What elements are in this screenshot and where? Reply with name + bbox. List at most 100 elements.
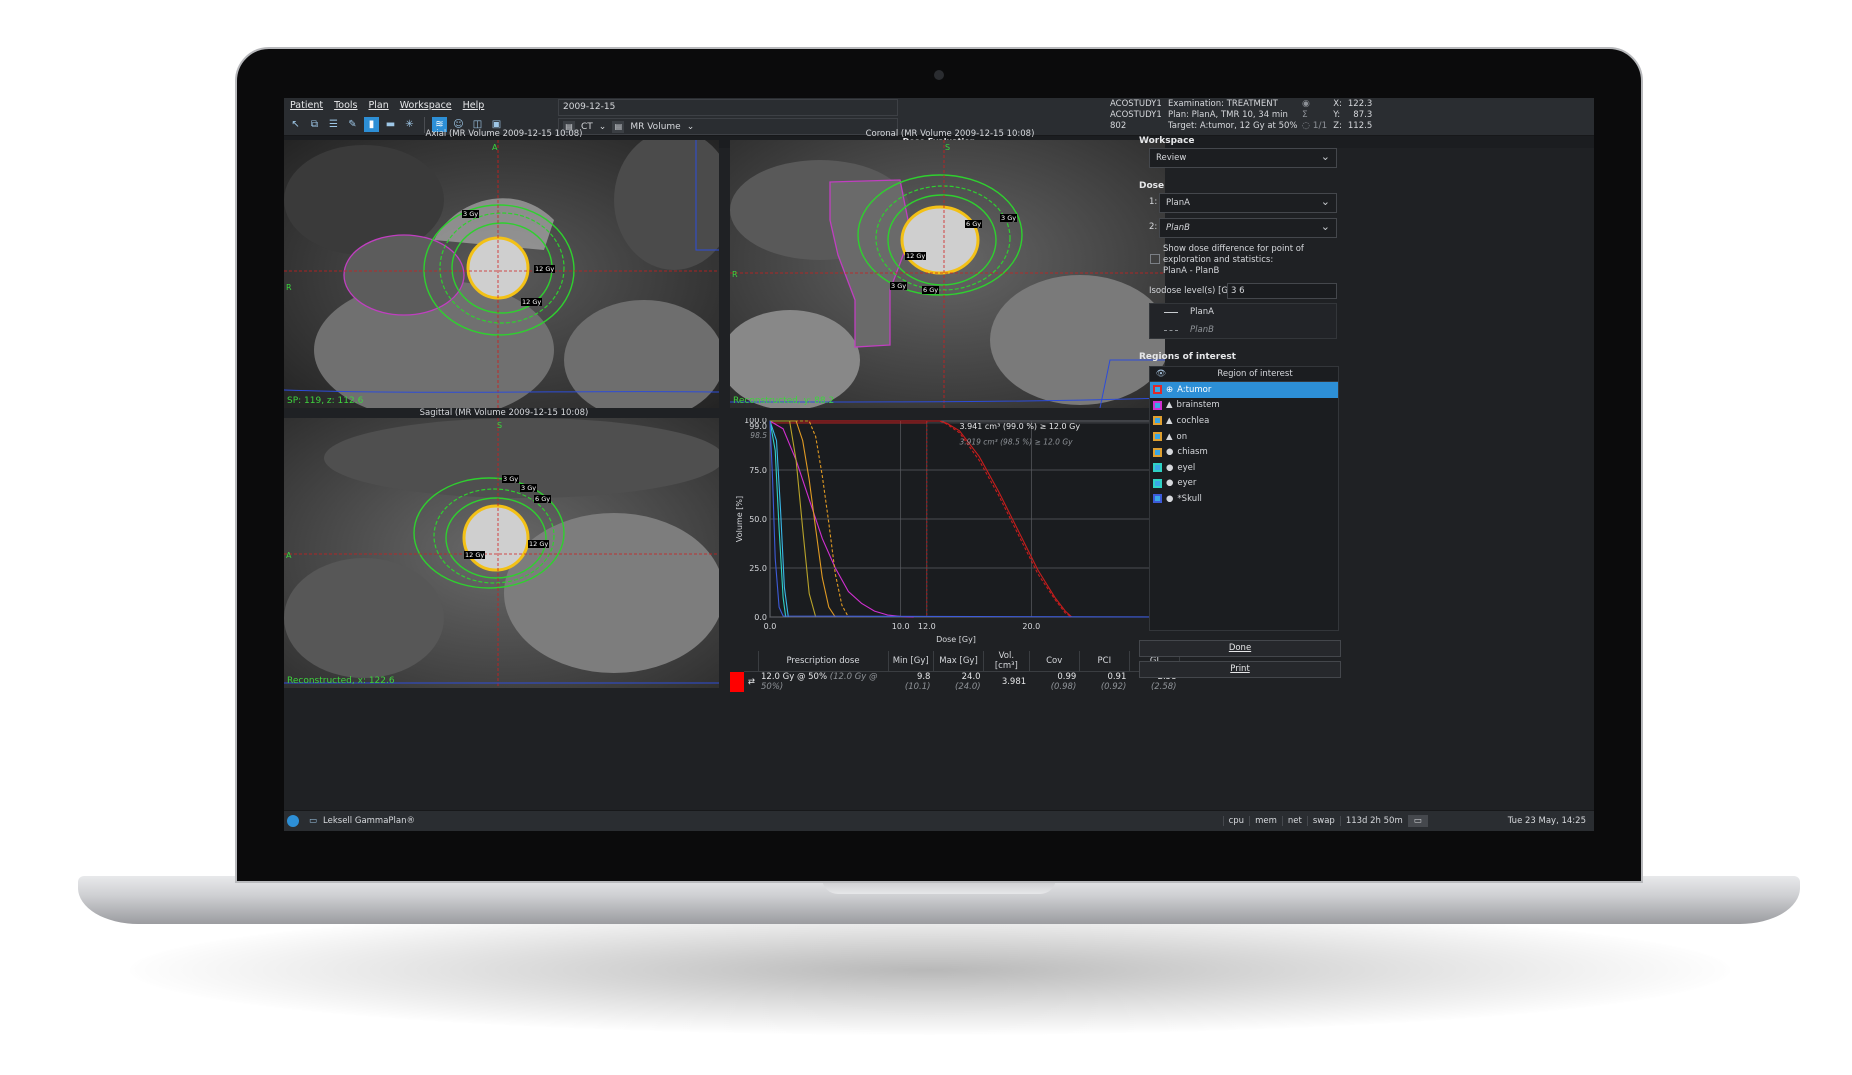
roi-row[interactable]: ● eyer	[1150, 476, 1338, 492]
start-menu-icon[interactable]	[287, 815, 299, 827]
coronal-corner-text: Reconstructed, y: 88.2	[733, 396, 835, 406]
status-mem: mem	[1249, 816, 1282, 826]
roi-name: on	[1176, 431, 1188, 442]
roi-visibility-checkbox[interactable]	[1153, 432, 1162, 442]
roi-visibility-checkbox[interactable]	[1153, 400, 1162, 410]
isodose-label-3gy: 3 Gy	[1000, 214, 1018, 222]
roi-name: A:tumor	[1177, 384, 1212, 395]
isodose-label-12gy: 12 Gy	[521, 298, 543, 306]
isodose-label-3gy-b: 3 Gy	[890, 282, 908, 290]
statistics-header: Prescription dose Min [Gy] Max [Gy] Vol.…	[730, 651, 1181, 672]
roi-visibility-checkbox[interactable]	[1153, 494, 1162, 504]
dvh-chart[interactable]: 0.010.012.020.030.00.025.050.075.099.010…	[730, 416, 1180, 650]
roi-visibility-checkbox[interactable]	[1153, 463, 1162, 473]
table-row[interactable]: ⇄ 12.0 Gy @ 50% (12.0 Gy @ 50%) 9.8 (10.…	[730, 671, 1180, 692]
coronal-view[interactable]: 3 Gy 6 Gy 12 Gy 3 Gy 6 Gy S R Reconstruc…	[730, 140, 1165, 408]
dose-2-select[interactable]: PlanB	[1159, 218, 1337, 238]
dose-1-select[interactable]: PlanA	[1159, 193, 1337, 213]
done-button[interactable]: Done	[1139, 640, 1341, 657]
axial-view[interactable]: 3 Gy 12 Gy 12 Gy A R SP: 119, z: 112.6	[284, 140, 719, 408]
eye-icon[interactable]: 👁	[1150, 369, 1172, 379]
camera-icon	[934, 70, 944, 80]
roi-visibility-checkbox[interactable]	[1153, 447, 1162, 457]
roi-name: *Skull	[1177, 493, 1202, 504]
col-pci: PCI	[1079, 651, 1130, 672]
desktop-icon[interactable]: ▭	[1407, 815, 1428, 827]
sum-icon: Σ	[1302, 110, 1308, 120]
annotation-plan-b: 3.919 cm³ (98.5 %) ≥ 12.0 Gy	[959, 438, 1073, 447]
roi-visibility-checkbox[interactable]	[1153, 478, 1162, 488]
coord-labels: X: Y: Z:	[1333, 99, 1342, 132]
roi-row[interactable]: ● *Skull	[1150, 491, 1338, 507]
roi-type-icon: ⊕	[1166, 384, 1174, 395]
patient-ids: ACOSTUDY1 ACOSTUDY1 802	[1110, 99, 1162, 132]
y-tick-label: 100.0	[744, 418, 767, 425]
solid-line-icon	[1164, 312, 1178, 313]
dose-difference-checkbox[interactable]	[1150, 254, 1160, 264]
sagittal-corner-text: Reconstructed, x: 122.6	[287, 676, 395, 686]
y-axis-label: Volume [%]	[735, 496, 744, 542]
x-tick-label: 0.0	[764, 622, 777, 631]
icon-col	[744, 651, 759, 672]
menu-patient[interactable]: Patient	[290, 100, 323, 111]
orientation-left: A	[286, 551, 292, 560]
roi-row[interactable]: ⊕ A:tumor	[1150, 382, 1338, 398]
roi-heading: Regions of interest	[1139, 352, 1236, 362]
plan-info: Examination: TREATMENT Plan: PlanA, TMR …	[1168, 99, 1297, 132]
min-b: (10.1)	[904, 682, 931, 692]
readout-icons: ◉ Σ ◌ 1/1	[1302, 99, 1327, 132]
page-indicator: ◌ 1/1	[1302, 121, 1328, 131]
prescription-a: 12.0 Gy @ 50%	[761, 672, 828, 682]
roi-visibility-checkbox[interactable]	[1153, 416, 1162, 426]
workspace-select[interactable]: Review	[1149, 148, 1337, 168]
dashed-line-icon	[1164, 330, 1178, 331]
status-datetime: Tue 23 May, 14:25	[1507, 816, 1586, 826]
menu-help[interactable]: Help	[463, 100, 485, 111]
print-button[interactable]: Print	[1139, 661, 1341, 678]
coronal-title: Coronal (MR Volume 2009-12-15 10:08)	[865, 129, 1035, 139]
axial-image	[284, 140, 719, 408]
menu-plan[interactable]: Plan	[369, 100, 389, 111]
menu-tools[interactable]: Tools	[334, 100, 357, 111]
roi-name: eyer	[1177, 478, 1197, 489]
roi-row[interactable]: ▲ brainstem	[1150, 398, 1338, 414]
menu-workspace[interactable]: Workspace	[400, 100, 452, 111]
link-icon: ⇄	[747, 677, 755, 687]
roi-row[interactable]: ▲ on	[1150, 429, 1338, 445]
sagittal-view[interactable]: 3 Gy 3 Gy 6 Gy 12 Gy 12 Gy S A Reconstru…	[284, 418, 719, 688]
orientation-top: A	[492, 143, 498, 152]
diff-text-3: PlanA - PlanB	[1163, 266, 1220, 276]
coord-values: 122.3 87.3 112.5	[1348, 99, 1372, 132]
status-net: net	[1281, 816, 1307, 826]
isodose-label: Isodose level(s) [Gy]	[1149, 286, 1237, 296]
roi-type-icon: ●	[1166, 493, 1174, 504]
task-app[interactable]: Leksell GammaPlan®	[323, 816, 415, 826]
roi-type-icon: ●	[1166, 447, 1174, 458]
col-max: Max [Gy]	[933, 651, 985, 672]
axial-title-text: Axial (MR Volume 2009-12-15 10:08)	[425, 129, 583, 139]
isodose-label-3gy: 3 Gy	[462, 210, 480, 218]
vol-value: 3.981	[1001, 677, 1027, 687]
status-cpu: cpu	[1222, 816, 1249, 826]
roi-list-header: 👁 Region of interest	[1150, 367, 1338, 382]
isodose-input[interactable]: 3 6	[1227, 283, 1337, 299]
diff-text-1: Show dose difference for point of	[1163, 244, 1304, 254]
sagittal-image	[284, 418, 719, 688]
orientation-top: S	[945, 143, 951, 152]
sagittal-title: Sagittal (MR Volume 2009-12-15 10:08)	[419, 408, 589, 418]
roi-column-header: Region of interest	[1217, 369, 1293, 379]
color-col	[730, 651, 744, 672]
roi-name: brainstem	[1176, 400, 1220, 411]
dose-1-num: 1:	[1149, 197, 1158, 207]
cov-value: 0.99 (0.98)	[1029, 672, 1079, 692]
roi-visibility-checkbox[interactable]	[1153, 385, 1162, 395]
dose-heading: Dose	[1139, 181, 1165, 191]
isodose-label-12gy-b: 12 Gy	[528, 540, 550, 548]
roi-row[interactable]: ▲ cochlea	[1150, 413, 1338, 429]
dose-2-num: 2:	[1149, 222, 1158, 232]
roi-row[interactable]: ● eyel	[1150, 460, 1338, 476]
exam-text: Examination: TREATMENT	[1168, 99, 1278, 109]
statistics-table: Prescription dose Min [Gy] Max [Gy] Vol.…	[730, 651, 1181, 692]
isodose-label-6gy: 6 Gy	[534, 495, 552, 503]
roi-row[interactable]: ● chiasm	[1150, 444, 1338, 460]
